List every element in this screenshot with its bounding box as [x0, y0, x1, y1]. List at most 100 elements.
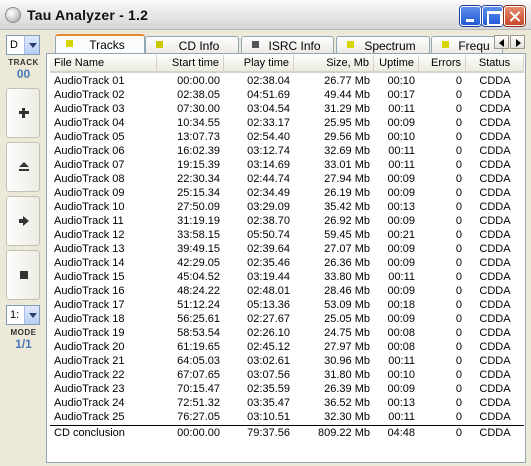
column-header-status[interactable]: Status	[466, 55, 524, 73]
tab-scroll-left-button[interactable]	[494, 35, 509, 49]
cell-file-name: AudioTrack 11	[54, 215, 124, 227]
table-row[interactable]: AudioTrack 24 72:51.32 03:35.47 36.52 Mb 00:…	[50, 396, 524, 410]
table-row[interactable]: AudioTrack 15 45:04.52 03:19.44 33.80 Mb 00:…	[50, 270, 524, 284]
tab-label: Frequ	[458, 39, 490, 53]
column-header-play-time[interactable]: Play time	[224, 55, 294, 73]
table-row[interactable]: AudioTrack 04 10:34.55 02:33.17 25.95 Mb 00:…	[50, 116, 524, 130]
cell-size: 36.52 Mb	[324, 397, 370, 409]
track-number: 00	[16, 67, 31, 81]
add-button[interactable]	[6, 88, 40, 138]
cell-start-time: 13:07.73	[177, 131, 220, 143]
cell-play-time: 02:27.67	[247, 313, 290, 325]
play-button[interactable]	[6, 196, 40, 246]
cell-uptime: 00:10	[387, 131, 415, 143]
cell-play-time: 03:07.56	[247, 369, 290, 381]
cell-file-name: AudioTrack 25	[54, 411, 125, 423]
table-row[interactable]: AudioTrack 05 13:07.73 02:54.40 29.56 Mb 00:…	[50, 130, 524, 144]
table-row[interactable]: AudioTrack 08 22:30.34 02:44.74 27.94 Mb 00:…	[50, 172, 524, 186]
cell-play-time: 03:19.44	[247, 271, 290, 283]
maximize-button[interactable]	[482, 6, 503, 26]
chevron-down-icon[interactable]	[24, 36, 39, 54]
cell-play-time: 05:50.74	[247, 229, 290, 241]
chevron-down-icon[interactable]	[24, 306, 39, 324]
cell-uptime: 00:18	[387, 299, 415, 311]
title-bar: Tau Analyzer - 1.2	[0, 0, 531, 30]
eject-button[interactable]	[6, 142, 40, 192]
cell-file-name: AudioTrack 19	[54, 327, 125, 339]
column-header-size[interactable]: Size, Mb	[294, 55, 374, 73]
table-row[interactable]: AudioTrack 09 25:15.34 02:34.49 26.19 Mb 00:…	[50, 186, 524, 200]
column-header-file-name[interactable]: File Name	[50, 55, 157, 73]
cell-play-time: 79:37.56	[247, 427, 290, 439]
table-row[interactable]: AudioTrack 20 61:19.65 02:45.12 27.97 Mb 00:…	[50, 340, 524, 354]
table-row[interactable]: AudioTrack 17 51:12.24 05:13.36 53.09 Mb 00:…	[50, 298, 524, 312]
table-total-row[interactable]: CD conclusion 00:00.00 79:37.56 809.22 Mb 04…	[50, 425, 524, 439]
cell-play-time: 03:29.09	[247, 201, 290, 213]
table-row[interactable]: AudioTrack 12 33:58.15 05:50.74 59.45 Mb 00:…	[50, 228, 524, 242]
table-row[interactable]: AudioTrack 23 70:15.47 02:35.59 26.39 Mb 00:…	[50, 382, 524, 396]
tab-frequency[interactable]: Frequ	[431, 36, 503, 53]
cell-size: 26.92 Mb	[324, 215, 370, 227]
table-row[interactable]: AudioTrack 19 58:53.54 02:26.10 24.75 Mb 00:…	[50, 326, 524, 340]
tab-isrc-info[interactable]: ISRC Info	[241, 36, 334, 53]
cell-start-time: 10:34.55	[177, 117, 220, 129]
tab-tracks[interactable]: Tracks	[55, 34, 145, 53]
cell-size: 53.09 Mb	[324, 299, 370, 311]
minimize-button[interactable]	[460, 6, 481, 26]
cell-uptime: 00:09	[387, 313, 415, 325]
tab-cd-info[interactable]: CD Info	[145, 36, 239, 53]
stop-button[interactable]	[6, 250, 40, 300]
cell-uptime: 00:09	[387, 173, 415, 185]
table-header: File Name Start time Play time Size, Mb Upti…	[50, 55, 524, 73]
table-row[interactable]: AudioTrack 18 56:25.61 02:27.67 25.05 Mb 00:…	[50, 312, 524, 326]
cell-errors: 0	[455, 427, 462, 439]
cell-status: CDDA	[479, 369, 511, 381]
close-button[interactable]	[504, 6, 525, 26]
cell-size: 31.29 Mb	[324, 103, 370, 115]
cell-start-time: 22:30.34	[177, 173, 220, 185]
cell-errors: 0	[455, 355, 462, 367]
cell-play-time: 02:44.74	[247, 173, 290, 185]
mode-select[interactable]: 1:	[6, 305, 40, 325]
cell-uptime: 00:13	[387, 201, 415, 213]
table-row[interactable]: AudioTrack 16 48:24.22 02:48.01 28.46 Mb 00:…	[50, 284, 524, 298]
app-logo-icon	[5, 7, 21, 23]
drive-select[interactable]: D	[6, 35, 40, 55]
mode-value: 1/1	[15, 337, 32, 351]
table-row[interactable]: AudioTrack 06 16:02.39 03:12.74 32.69 Mb 00:…	[50, 144, 524, 158]
table-row[interactable]: AudioTrack 03 07:30.00 03:04.54 31.29 Mb 00:…	[50, 102, 524, 116]
cell-play-time: 03:04.54	[247, 103, 290, 115]
cell-errors: 0	[455, 117, 462, 129]
cell-size: 29.56 Mb	[324, 131, 370, 143]
table-row[interactable]: AudioTrack 21 64:05.03 03:02.61 30.96 Mb 00:…	[50, 354, 524, 368]
table-row[interactable]: AudioTrack 11 31:19.19 02:38.70 26.92 Mb 00:…	[50, 214, 524, 228]
cell-play-time: 02:35.59	[247, 383, 290, 395]
column-header-start-time[interactable]: Start time	[157, 55, 224, 73]
table-row[interactable]: AudioTrack 22 67:07.65 03:07.56 31.80 Mb 00:…	[50, 368, 524, 382]
table-row[interactable]: AudioTrack 07 19:15.39 03:14.69 33.01 Mb 00:…	[50, 158, 524, 172]
table-row[interactable]: AudioTrack 10 27:50.09 03:29.09 35.42 Mb 00:…	[50, 200, 524, 214]
cell-status: CDDA	[479, 229, 511, 241]
cell-start-time: 39:49.15	[177, 243, 220, 255]
table-row[interactable]: AudioTrack 14 42:29.05 02:35.46 26.36 Mb 00:…	[50, 256, 524, 270]
table-row[interactable]: AudioTrack 02 02:38.05 04:51.69 49.44 Mb 00:…	[50, 88, 524, 102]
tracks-panel: File Name Start time Play time Size, Mb Upti…	[46, 53, 526, 463]
cell-status: CDDA	[479, 243, 511, 255]
cell-play-time: 02:45.12	[247, 341, 290, 353]
column-header-errors[interactable]: Errors	[419, 55, 466, 73]
cell-play-time: 02:38.04	[247, 75, 290, 87]
cell-status: CDDA	[479, 285, 511, 297]
table-row[interactable]: AudioTrack 25 76:27.05 03:10.51 32.30 Mb 00:…	[50, 410, 524, 424]
table-row[interactable]: AudioTrack 13 39:49.15 02:39.64 27.07 Mb 00:…	[50, 242, 524, 256]
tab-scroll-right-button[interactable]	[510, 35, 525, 49]
cell-uptime: 00:09	[387, 117, 415, 129]
cell-status: CDDA	[479, 427, 511, 439]
cell-status: CDDA	[479, 159, 511, 171]
cell-uptime: 00:08	[387, 341, 415, 353]
table-row[interactable]: AudioTrack 01 00:00.00 02:38.04 26.77 Mb 00:…	[50, 74, 524, 88]
arrow-right-icon	[516, 39, 521, 47]
cell-size: 33.01 Mb	[324, 159, 370, 171]
column-header-uptime[interactable]: Uptime	[374, 55, 419, 73]
tab-spectrum[interactable]: Spectrum	[336, 36, 430, 53]
cell-start-time: 25:15.34	[177, 187, 220, 199]
